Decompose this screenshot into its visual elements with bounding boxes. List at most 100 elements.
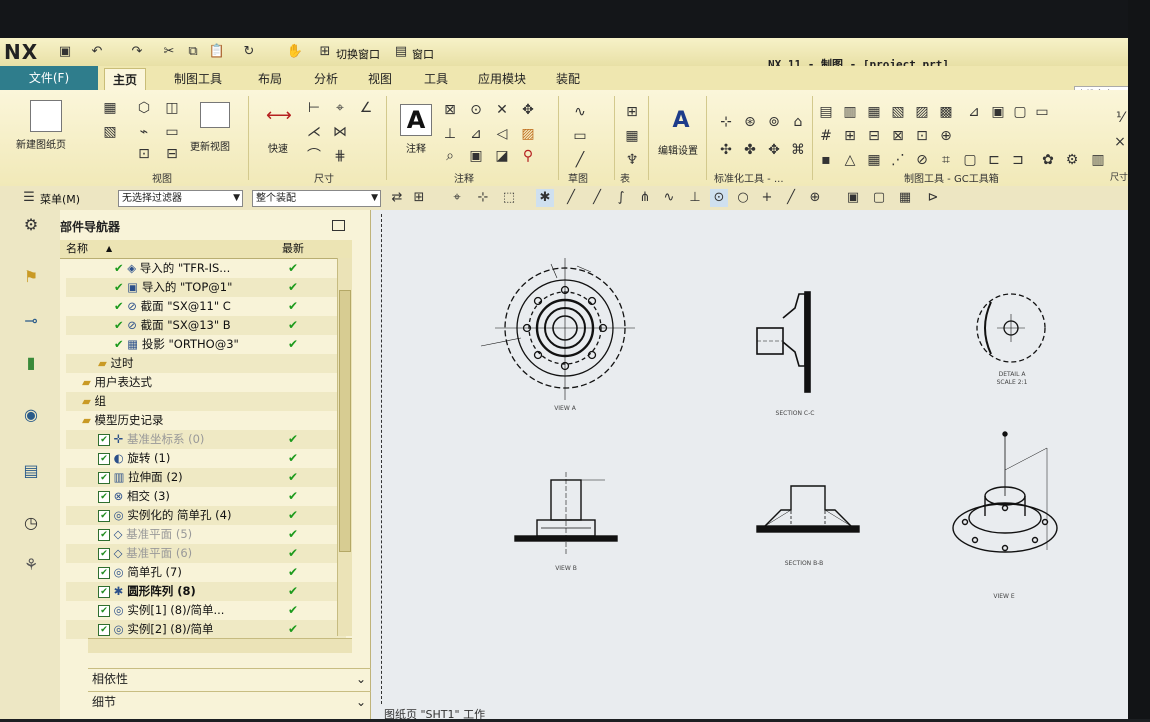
gc-tool-16-icon[interactable]: ⊕ xyxy=(938,128,954,144)
tree-row[interactable]: ✔ ◈ 导入的 "TFR-IS... xyxy=(66,259,346,278)
switch-window-icon[interactable]: ⊞ xyxy=(316,44,334,60)
gc-tool-15-icon[interactable]: ⊡ xyxy=(914,128,930,144)
gear-icon[interactable]: ⚙ xyxy=(20,214,42,236)
weld-symbol-icon[interactable]: ⊿ xyxy=(468,126,484,142)
tab-tools[interactable]: 工具 xyxy=(416,68,456,90)
gc-tool-3-icon[interactable]: ▦ xyxy=(866,104,882,120)
radial-dim-icon[interactable]: ⌖ xyxy=(332,100,348,116)
snap-point-icon[interactable]: + xyxy=(758,189,776,207)
gc-tool-19-icon[interactable]: ▦ xyxy=(866,152,882,168)
history-icon[interactable]: ▤ xyxy=(20,460,42,482)
gc-tool-18-icon[interactable]: △ xyxy=(842,152,858,168)
detail-view-icon[interactable]: ◫ xyxy=(164,100,180,116)
section-view-icon[interactable]: ▧ xyxy=(102,124,118,140)
tree-row[interactable]: ▰ 过时 xyxy=(66,354,346,373)
std-tool-6-icon[interactable]: ✤ xyxy=(742,142,758,158)
dim-fast-icon[interactable]: ⅟ xyxy=(1112,110,1128,126)
column-latest[interactable]: 最新 xyxy=(282,240,304,258)
update-view-icon[interactable] xyxy=(200,102,230,128)
visibility-checkbox[interactable]: ✔ xyxy=(114,318,124,332)
edit-settings-icon[interactable]: A xyxy=(668,108,694,134)
tree-row[interactable]: ✔ ◎ 实例[1] (8)/简单... xyxy=(66,601,346,620)
column-name[interactable]: 名称 xyxy=(66,240,88,258)
visibility-checkbox[interactable]: ✔ xyxy=(98,509,110,522)
tree-row[interactable]: ✔ ⊘ 截面 "SX@13" B xyxy=(66,316,346,335)
break-view-icon[interactable]: ⌁ xyxy=(136,124,152,140)
tree-row[interactable]: ✔ ◎ 实例[2] (8)/简单 xyxy=(66,620,346,639)
gc-tool-2-icon[interactable]: ▥ xyxy=(842,104,858,120)
visibility-checkbox[interactable]: ✔ xyxy=(98,547,110,560)
tree-row[interactable]: ✔ ◇ 基准平面 (6) xyxy=(66,544,346,563)
visibility-checkbox[interactable]: ✔ xyxy=(98,433,110,446)
rapid-dimension-button[interactable]: 快速 xyxy=(268,140,288,155)
undo-icon[interactable]: ↶ xyxy=(88,44,106,60)
paste-icon[interactable]: 📋 xyxy=(208,44,226,60)
snap-wave-icon[interactable]: ∿ xyxy=(660,189,678,207)
tree-row[interactable]: ✔ ▥ 拉伸面 (2) xyxy=(66,468,346,487)
gc-tool-17-icon[interactable]: ▪ xyxy=(818,152,834,168)
view-frame-icon[interactable]: ▭ xyxy=(164,124,180,140)
balloon-icon[interactable]: ⌕ xyxy=(442,148,458,164)
maximize-icon[interactable] xyxy=(332,220,345,231)
parts-list-icon[interactable]: ▦ xyxy=(624,128,640,144)
gc-tool-28-icon[interactable]: ▥ xyxy=(1090,152,1106,168)
snap-perpendicular-icon[interactable]: ⊥ xyxy=(686,189,704,207)
sketch-line-icon[interactable]: ╱ xyxy=(572,152,588,168)
view-layout-icon[interactable]: ▦ xyxy=(896,189,914,207)
gc-tool-13-icon[interactable]: ⊟ xyxy=(866,128,882,144)
tree-row[interactable]: ✔ ✱ 圆形阵列 (8) xyxy=(66,582,346,601)
auto-balloon-icon[interactable]: ♆ xyxy=(624,152,640,168)
save-icon[interactable]: ▣ xyxy=(56,44,74,60)
repeat-command-icon[interactable]: ↻ xyxy=(240,44,258,60)
angular-dim-icon[interactable]: ∠ xyxy=(358,100,374,116)
gc-tool-26-icon[interactable]: ✿ xyxy=(1040,152,1056,168)
ordinate-dim-icon[interactable]: ⋕ xyxy=(332,148,348,164)
gc-tool-7-icon[interactable]: ⊿ xyxy=(966,104,982,120)
custom-symbol-icon[interactable]: ⚲ xyxy=(520,148,536,164)
deselect-icon[interactable]: ⌖ xyxy=(448,189,466,207)
view-boundary-icon[interactable]: ⊡ xyxy=(136,146,152,162)
std-tool-2-icon[interactable]: ⊛ xyxy=(742,114,758,130)
tab-layout[interactable]: 布局 xyxy=(250,68,290,90)
selection-scope-select[interactable]: 整个装配 ▼ xyxy=(252,190,381,207)
gc-tool-21-icon[interactable]: ⊘ xyxy=(914,152,930,168)
web-browser-icon[interactable]: ◉ xyxy=(20,404,42,426)
tree-row[interactable]: ✔ ▦ 投影 "ORTHO@3" xyxy=(66,335,346,354)
scrollbar-thumb[interactable] xyxy=(339,290,351,552)
hatch-icon[interactable]: ▨ xyxy=(520,126,536,142)
select-all-icon[interactable]: ⇄ xyxy=(388,189,406,207)
visibility-checkbox[interactable]: ✔ xyxy=(114,261,124,275)
note-icon[interactable]: A xyxy=(400,104,432,136)
roles-icon[interactable]: ⚘ xyxy=(20,554,42,576)
std-tool-3-icon[interactable]: ⊚ xyxy=(766,114,782,130)
gc-tool-23-icon[interactable]: ▢ xyxy=(962,152,978,168)
visibility-checkbox[interactable]: ✔ xyxy=(98,566,110,579)
copy-icon[interactable]: ⧉ xyxy=(184,44,202,60)
gc-tool-5-icon[interactable]: ▨ xyxy=(914,104,930,120)
std-tool-1-icon[interactable]: ⊹ xyxy=(718,114,734,130)
sketch-rectangle-icon[interactable]: ▭ xyxy=(572,128,588,144)
base-view-icon[interactable]: ▦ xyxy=(102,100,118,116)
gc-tool-25-icon[interactable]: ⊐ xyxy=(1010,152,1026,168)
tab-home[interactable]: 主页 xyxy=(104,68,147,91)
sketch-curve-icon[interactable]: ∿ xyxy=(572,104,588,120)
tab-view[interactable]: 视图 xyxy=(360,68,400,90)
tree-row[interactable]: ✔ ▣ 导入的 "TOP@1" xyxy=(66,278,346,297)
clock-icon[interactable]: ◷ xyxy=(20,512,42,534)
centerline-icon[interactable]: ✥ xyxy=(520,102,536,118)
tab-file[interactable]: 文件(F) xyxy=(0,66,98,90)
horizontal-scrollbar[interactable] xyxy=(88,638,352,653)
new-sheet-icon[interactable] xyxy=(30,100,62,132)
target-point-icon[interactable]: ✕ xyxy=(494,102,510,118)
dependencies-panel[interactable]: 相依性 ⌄ xyxy=(88,668,372,689)
std-tool-7-icon[interactable]: ✥ xyxy=(766,142,782,158)
snap-line-icon[interactable]: ╱ xyxy=(562,189,580,207)
tree-row[interactable]: ✔ ◎ 实例化的 简单孔 (4) xyxy=(66,506,346,525)
dim-fast-close-icon[interactable]: × xyxy=(1112,134,1128,150)
gc-tool-20-icon[interactable]: ⋰ xyxy=(890,152,906,168)
area-fill-icon[interactable]: ◪ xyxy=(494,148,510,164)
snap-midpoint-icon[interactable]: ╱ xyxy=(588,189,606,207)
tab-drafting-tools[interactable]: 制图工具 xyxy=(166,68,230,90)
snap-quadrant-icon[interactable]: ○ xyxy=(734,189,752,207)
view-layout-icon[interactable]: ⊟ xyxy=(164,146,180,162)
